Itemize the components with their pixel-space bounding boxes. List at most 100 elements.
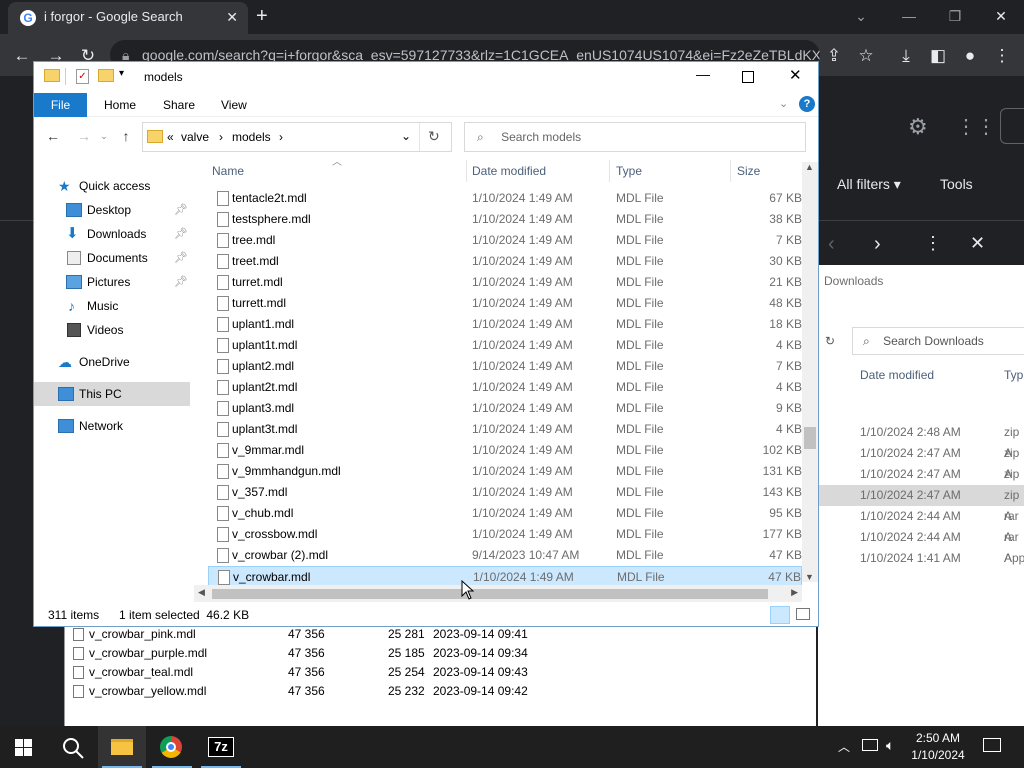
downloads-search-input[interactable]: ⌕ Search Downloads bbox=[852, 327, 1024, 355]
nav-videos[interactable]: Videos bbox=[34, 318, 190, 342]
close-tab-icon[interactable]: ✕ bbox=[226, 2, 238, 32]
download-row[interactable]: 1/10/2024 1:41 AM App bbox=[818, 548, 1024, 569]
archive-row[interactable]: v_crowbar_yellow.mdl 47 356 25 232 2023-09-… bbox=[65, 682, 817, 701]
nav-desktop[interactable]: Desktop 📌︎ bbox=[34, 198, 190, 222]
breadcrumb-models[interactable]: models bbox=[232, 130, 271, 144]
minimize-browser-button[interactable]: — bbox=[894, 4, 924, 28]
download-row[interactable]: 1/10/2024 2:47 AMzip A bbox=[818, 485, 1024, 523]
nav-pictures[interactable]: Pictures 📌︎ bbox=[34, 270, 190, 294]
download-row[interactable]: 1/10/2024 2:47 AMzip A bbox=[818, 443, 1024, 481]
nav-network[interactable]: Network bbox=[34, 414, 190, 438]
download-row[interactable]: 1/10/2024 2:44 AM rar A bbox=[818, 506, 1024, 544]
file-row[interactable]: v_crowbar (2).mdl 9/14/2023 10:47 AM MDL F… bbox=[208, 545, 802, 566]
start-button[interactable] bbox=[0, 726, 48, 768]
archive-row[interactable]: v_crowbar_pink.mdl 47 356 25 281 2023-09-14… bbox=[65, 625, 817, 644]
downloads-breadcrumb[interactable]: Downloads bbox=[824, 274, 883, 288]
restore-browser-button[interactable]: ❐ bbox=[940, 4, 970, 28]
scroll-left-icon[interactable]: ◀ bbox=[198, 587, 205, 598]
tab-share[interactable]: Share bbox=[163, 93, 195, 117]
divider[interactable] bbox=[609, 160, 610, 182]
file-row[interactable]: v_chub.mdl 1/10/2024 1:49 AM MDL File 95 KB bbox=[208, 503, 802, 524]
bookmark-star-icon[interactable]: ☆ bbox=[854, 44, 878, 68]
file-row[interactable]: uplant3t.mdl 1/10/2024 1:49 AM MDL File 4 K… bbox=[208, 419, 802, 440]
close-browser-button[interactable]: ✕ bbox=[986, 4, 1016, 28]
file-row[interactable]: tree.mdl 1/10/2024 1:49 AM MDL File 7 KB bbox=[208, 230, 802, 251]
tab-view[interactable]: View bbox=[221, 93, 247, 117]
download-row[interactable]: 1/10/2024 2:48 AM zip A bbox=[818, 422, 1024, 460]
file-row[interactable]: v_crossbow.mdl 1/10/2024 1:49 AM MDL File 1… bbox=[208, 524, 802, 545]
scroll-down-icon[interactable]: ▼ bbox=[805, 572, 814, 582]
nav-downloads[interactable]: ⬇ Downloads 📌︎ bbox=[34, 222, 190, 246]
menu-kebab-icon[interactable]: ⋮ bbox=[990, 44, 1014, 68]
back-arrow-icon[interactable]: ← bbox=[43, 126, 63, 146]
col-name[interactable]: Name bbox=[212, 164, 244, 178]
next-arrow-icon[interactable]: › bbox=[874, 233, 881, 256]
profile-avatar-icon[interactable]: ● bbox=[958, 44, 982, 68]
scroll-right-icon[interactable]: ▶ bbox=[791, 587, 798, 598]
customize-toolbar-icon[interactable]: ▾ bbox=[119, 68, 124, 79]
col-date-modified[interactable]: Date modified bbox=[472, 164, 546, 178]
download-row[interactable]: 1/10/2024 2:44 AM rar A bbox=[818, 527, 1024, 565]
file-row[interactable]: uplant2t.mdl 1/10/2024 1:49 AM MDL File 4 K… bbox=[208, 377, 802, 398]
file-row[interactable]: uplant1t.mdl 1/10/2024 1:49 AM MDL File 4 K… bbox=[208, 335, 802, 356]
file-explorer-taskbar-button[interactable] bbox=[98, 726, 146, 768]
all-filters-button[interactable]: All filters ▾ bbox=[837, 176, 901, 193]
sign-in-button[interactable] bbox=[1000, 108, 1024, 144]
download-icon[interactable]: ⤓ bbox=[894, 44, 918, 68]
archive-row[interactable]: v_crowbar_teal.mdl 47 356 25 254 2023-09-14… bbox=[65, 663, 817, 682]
vertical-scroll-thumb[interactable] bbox=[804, 427, 816, 449]
file-row[interactable]: uplant3.mdl 1/10/2024 1:49 AM MDL File 9 KB bbox=[208, 398, 802, 419]
browser-tab[interactable]: G i forgor - Google Search ✕ bbox=[8, 2, 248, 34]
up-arrow-icon[interactable]: ↑ bbox=[116, 126, 136, 146]
file-row[interactable]: turrett.mdl 1/10/2024 1:49 AM MDL File 48 K… bbox=[208, 293, 802, 314]
chevron-right-icon[interactable]: › bbox=[219, 130, 223, 144]
search-button[interactable] bbox=[48, 726, 96, 768]
refresh-icon[interactable]: ↻ bbox=[428, 128, 440, 145]
col-date-modified[interactable]: Date modified bbox=[860, 368, 934, 382]
close-window-button[interactable]: ✕ bbox=[789, 66, 802, 84]
breadcrumb-overflow[interactable]: « bbox=[167, 130, 174, 144]
archive-row[interactable]: v_crowbar_purple.mdl 47 356 25 185 2023-09-… bbox=[65, 644, 817, 663]
maximize-button[interactable] bbox=[742, 71, 754, 83]
file-row[interactable]: v_9mmhandgun.mdl 1/10/2024 1:49 AM MDL Fil… bbox=[208, 461, 802, 482]
back-arrow-icon[interactable]: ← bbox=[10, 44, 34, 68]
minimize-button[interactable]: — bbox=[696, 66, 710, 82]
breadcrumb-valve[interactable]: valve bbox=[181, 130, 209, 144]
nav-onedrive[interactable]: ☁ OneDrive bbox=[34, 350, 190, 374]
file-row[interactable]: treet.mdl 1/10/2024 1:49 AM MDL File 30 KB bbox=[208, 251, 802, 272]
new-tab-button[interactable]: + bbox=[256, 4, 268, 28]
col-type[interactable]: Typ bbox=[1004, 368, 1023, 382]
file-row[interactable]: v_9mmar.mdl 1/10/2024 1:49 AM MDL File 102 … bbox=[208, 440, 802, 461]
new-folder-icon[interactable] bbox=[98, 69, 114, 82]
network-status-icon[interactable] bbox=[862, 739, 878, 751]
side-panel-icon[interactable]: ◧ bbox=[926, 44, 950, 68]
settings-gear-icon[interactable]: ⚙ bbox=[908, 114, 928, 140]
more-icon[interactable]: ⋮ bbox=[924, 233, 942, 254]
tab-home[interactable]: Home bbox=[104, 93, 136, 117]
nav-music[interactable]: ♪ Music bbox=[34, 294, 190, 318]
tab-file[interactable]: File bbox=[34, 93, 87, 117]
file-row[interactable]: v_357.mdl 1/10/2024 1:49 AM MDL File 143 KB bbox=[208, 482, 802, 503]
horizontal-scroll-thumb[interactable] bbox=[212, 589, 768, 599]
chrome-taskbar-button[interactable] bbox=[148, 726, 196, 768]
file-row[interactable]: uplant2.mdl 1/10/2024 1:49 AM MDL File 7 KB bbox=[208, 356, 802, 377]
forward-arrow-icon[interactable]: → bbox=[74, 126, 94, 146]
show-hidden-icons-chevron-icon[interactable]: ︿ bbox=[838, 738, 850, 755]
nav-documents[interactable]: Documents 📌︎ bbox=[34, 246, 190, 270]
recent-locations-icon[interactable]: ⌄ bbox=[94, 126, 114, 146]
file-row[interactable]: v_crowbar.mdl 1/10/2024 1:49 AM MDL File 47… bbox=[208, 566, 802, 587]
help-icon[interactable]: ? bbox=[799, 96, 815, 112]
expand-ribbon-icon[interactable]: ⌄ bbox=[779, 97, 788, 110]
file-row[interactable]: tentacle2t.mdl 1/10/2024 1:49 AM MDL File 6… bbox=[208, 188, 802, 209]
volume-muted-icon[interactable]: 🔈︎ bbox=[886, 737, 894, 754]
close-icon[interactable]: ✕ bbox=[970, 233, 985, 254]
tab-search-icon[interactable]: ⌄ bbox=[846, 4, 876, 28]
properties-icon[interactable]: ✓ bbox=[76, 69, 89, 84]
file-row[interactable]: turret.mdl 1/10/2024 1:49 AM MDL File 21 KB bbox=[208, 272, 802, 293]
prev-arrow-icon[interactable]: ‹ bbox=[828, 233, 835, 256]
vertical-scrollbar[interactable]: ▲ ▼ bbox=[802, 162, 818, 582]
col-size[interactable]: Size bbox=[737, 164, 760, 178]
col-type[interactable]: Type bbox=[616, 164, 642, 178]
tools-button[interactable]: Tools bbox=[940, 176, 973, 192]
system-clock[interactable]: 2:50 AM 1/10/2024 bbox=[900, 730, 976, 764]
